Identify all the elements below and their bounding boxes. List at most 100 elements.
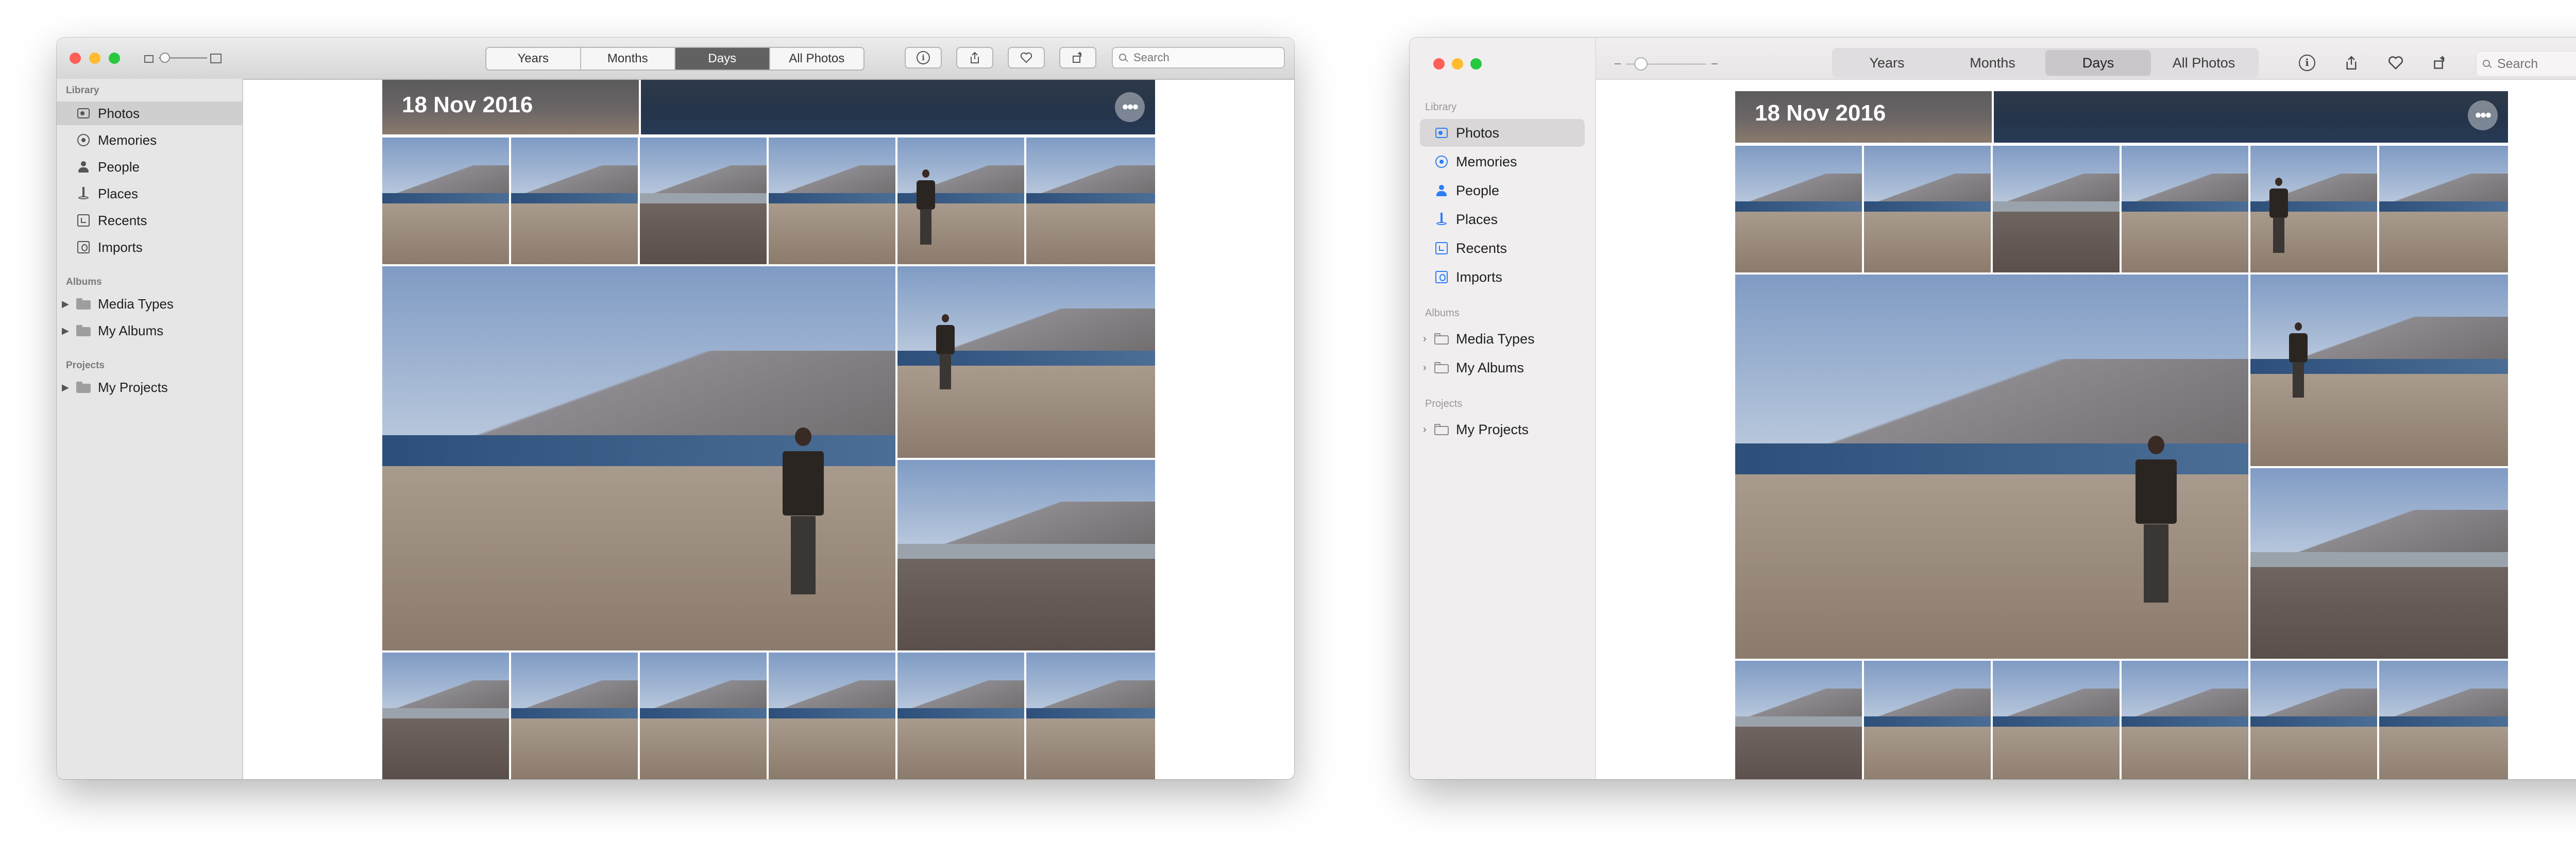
- photo-thumbnail[interactable]: [1864, 661, 1991, 779]
- photo-thumbnail[interactable]: [640, 138, 767, 264]
- chevron-right-icon[interactable]: ›: [1423, 424, 1427, 436]
- tab-months[interactable]: Months: [1940, 50, 2045, 76]
- photo-thumbnail[interactable]: [897, 460, 1155, 650]
- search-input[interactable]: [2496, 56, 2576, 72]
- share-button[interactable]: [2337, 48, 2366, 77]
- disclosure-triangle-icon[interactable]: ▶: [62, 325, 69, 336]
- photo-thumbnail[interactable]: [2122, 661, 2248, 779]
- photo-thumbnail[interactable]: [1993, 661, 2120, 779]
- photo-thumbnail[interactable]: [769, 138, 895, 264]
- sidebar-item-recents[interactable]: Recents: [1420, 234, 1585, 262]
- sidebar-item-my-albums[interactable]: › My Albums: [1420, 354, 1585, 382]
- photo-thumbnail[interactable]: [2122, 146, 2248, 272]
- thumbnail-size-slider[interactable]: [144, 52, 222, 63]
- photo-thumbnail[interactable]: [1026, 653, 1155, 779]
- sidebar-item-memories[interactable]: Memories: [57, 128, 242, 152]
- photo-thumbnail[interactable]: [2250, 275, 2508, 466]
- photo-thumbnail[interactable]: [2250, 468, 2508, 659]
- photo-thumbnail[interactable]: [769, 653, 895, 779]
- rotate-button[interactable]: [1059, 47, 1096, 68]
- sidebar-item-media-types[interactable]: › Media Types: [1420, 325, 1585, 353]
- tab-all-photos[interactable]: All Photos: [770, 48, 864, 70]
- sidebar-item-imports[interactable]: Imports: [1420, 263, 1585, 291]
- share-icon: [971, 52, 979, 63]
- sidebar-item-imports[interactable]: Imports: [57, 235, 242, 259]
- photo-thumbnail[interactable]: [382, 266, 895, 650]
- photo-thumbnail[interactable]: [1735, 146, 1862, 272]
- search-field[interactable]: [1112, 47, 1285, 68]
- header-photo[interactable]: [1994, 91, 2508, 143]
- photo-thumbnail[interactable]: [2250, 146, 2377, 272]
- thumbnail-size-slider[interactable]: [1615, 57, 1718, 71]
- sidebar-item-places[interactable]: Places: [1420, 205, 1585, 233]
- close-button[interactable]: [70, 53, 81, 64]
- photo-thumbnail[interactable]: [2379, 661, 2508, 779]
- favorite-button[interactable]: [1008, 47, 1045, 68]
- photo-thumbnail[interactable]: [1026, 138, 1155, 264]
- sidebar-item-people[interactable]: People: [1420, 177, 1585, 204]
- sidebar-item-media-types[interactable]: ▶ Media Types: [57, 292, 242, 316]
- photo-thumbnail[interactable]: [2250, 661, 2377, 779]
- photo-thumbnail[interactable]: [511, 138, 638, 264]
- rotate-button[interactable]: [2426, 48, 2454, 77]
- places-icon: [76, 186, 91, 201]
- sidebar-item-label: My Projects: [1456, 421, 1529, 437]
- sidebar-item-label: My Projects: [98, 379, 168, 395]
- disclosure-triangle-icon[interactable]: ▶: [62, 382, 69, 393]
- tab-years[interactable]: Years: [486, 48, 581, 70]
- slider-knob[interactable]: [1634, 57, 1648, 71]
- photo-thumbnail[interactable]: [2379, 146, 2508, 272]
- sidebar-item-recents[interactable]: Recents: [57, 209, 242, 232]
- photo-thumbnail[interactable]: [382, 138, 509, 264]
- search-input[interactable]: [1132, 50, 1258, 65]
- sidebar-item-people[interactable]: People: [57, 155, 242, 179]
- chevron-right-icon[interactable]: ›: [1423, 333, 1427, 345]
- toolbar: Years Months Days All Photos i: [57, 38, 1294, 80]
- search-field[interactable]: [2476, 51, 2576, 77]
- photo-thumbnail[interactable]: [1735, 661, 1862, 779]
- tab-years[interactable]: Years: [1834, 50, 1940, 76]
- people-icon: [76, 160, 91, 174]
- tab-all-photos[interactable]: All Photos: [2151, 50, 2257, 76]
- photo-thumbnail[interactable]: [511, 653, 638, 779]
- minimize-button[interactable]: [89, 53, 100, 64]
- sidebar-item-photos[interactable]: Photos: [1420, 119, 1585, 147]
- photo-thumbnail[interactable]: [1993, 146, 2120, 272]
- header-photo[interactable]: [641, 80, 1155, 134]
- more-options-button[interactable]: •••: [2468, 100, 2498, 130]
- favorite-button[interactable]: [2381, 48, 2410, 77]
- sidebar-item-memories[interactable]: Memories: [1420, 148, 1585, 176]
- slider-knob[interactable]: [160, 53, 170, 63]
- disclosure-triangle-icon[interactable]: ▶: [62, 299, 69, 310]
- photo-thumbnail[interactable]: [897, 653, 1024, 779]
- info-button[interactable]: i: [905, 47, 942, 68]
- sidebar-item-label: Memories: [1456, 153, 1517, 169]
- sidebar-item-label: People: [98, 159, 140, 175]
- tab-months[interactable]: Months: [581, 48, 675, 70]
- sidebar-item-label: Photos: [98, 105, 140, 121]
- photo-thumbnail[interactable]: [640, 653, 767, 779]
- photo-thumbnail[interactable]: [1864, 146, 1991, 272]
- zoom-button[interactable]: [109, 53, 120, 64]
- photo-thumbnail[interactable]: [1735, 275, 2248, 659]
- info-button[interactable]: i: [2293, 48, 2321, 77]
- sidebar-item-my-projects[interactable]: › My Projects: [1420, 416, 1585, 443]
- chevron-right-icon[interactable]: ›: [1423, 362, 1427, 374]
- tab-days[interactable]: Days: [675, 48, 770, 70]
- more-options-button[interactable]: •••: [1115, 92, 1145, 122]
- share-button[interactable]: [956, 47, 993, 68]
- sidebar-item-my-projects[interactable]: ▶ My Projects: [57, 375, 242, 399]
- sidebar-item-my-albums[interactable]: ▶ My Albums: [57, 319, 242, 342]
- sidebar-item-photos[interactable]: Photos: [57, 101, 242, 125]
- tab-days[interactable]: Days: [2045, 50, 2151, 76]
- memories-icon: [1434, 155, 1449, 169]
- photo-thumbnail[interactable]: [897, 138, 1024, 264]
- places-icon: [1434, 212, 1449, 227]
- photo-thumbnail[interactable]: [897, 266, 1155, 458]
- close-button[interactable]: [1433, 58, 1445, 70]
- sidebar-item-places[interactable]: Places: [57, 182, 242, 205]
- photo-thumbnail[interactable]: [382, 653, 509, 779]
- day-header: 18 Nov 2016 •••: [382, 80, 1155, 134]
- zoom-button[interactable]: [1470, 58, 1482, 70]
- minimize-button[interactable]: [1452, 58, 1463, 70]
